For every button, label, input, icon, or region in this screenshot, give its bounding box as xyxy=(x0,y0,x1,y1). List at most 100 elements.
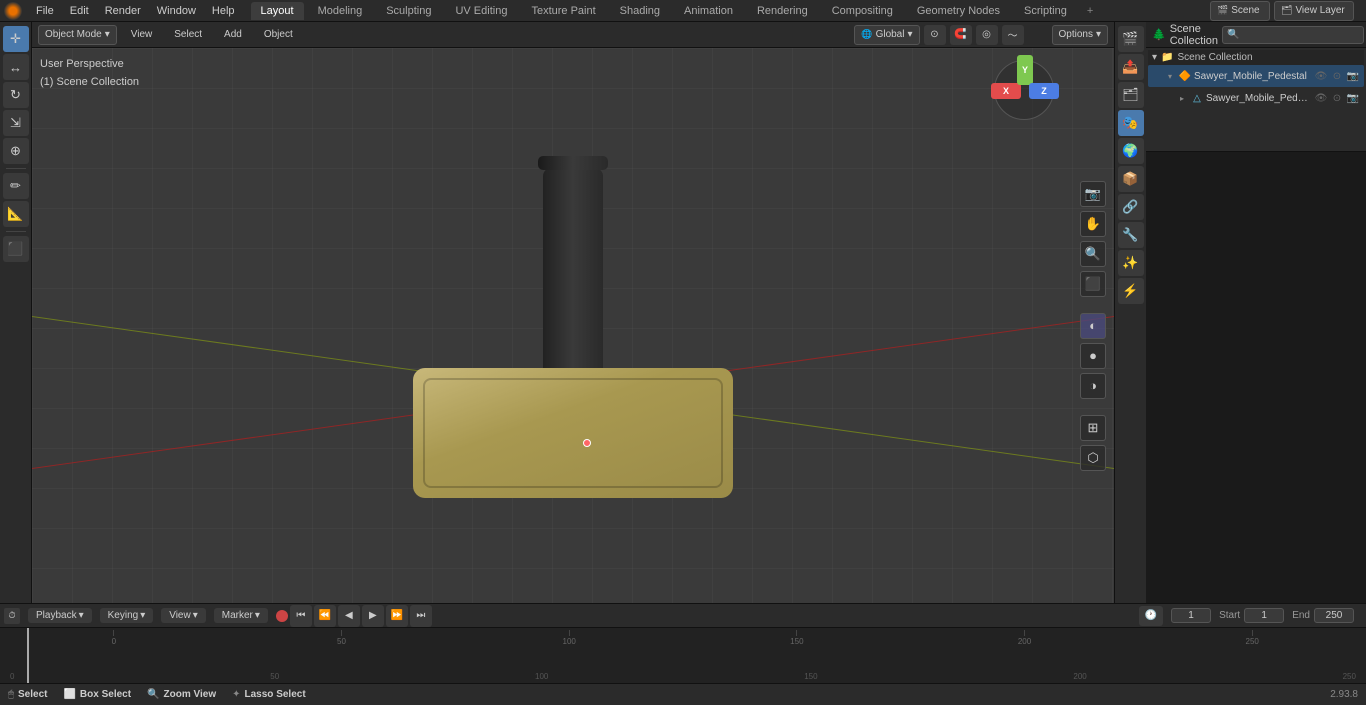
step-forward-button[interactable]: ⏩ xyxy=(386,605,408,627)
options-dropdown[interactable]: Options ▾ xyxy=(1052,25,1109,45)
timeline-type-icon[interactable]: ⏱ xyxy=(4,608,20,624)
blender-logo-icon[interactable] xyxy=(4,2,22,20)
outliner-item-0[interactable]: ▾ 🔶 Sawyer_Mobile_Pedestal 👁 ⊙ 📷 xyxy=(1148,65,1364,87)
transform-tool-button[interactable]: ⊕ xyxy=(3,138,29,164)
outliner-item-1[interactable]: ▸ △ Sawyer_Mobile_Pedestal 👁 ⊙ 📷 xyxy=(1148,87,1364,109)
menu-render[interactable]: Render xyxy=(97,3,149,19)
viewport-shading-render-button[interactable]: ◑ xyxy=(1080,373,1106,399)
annotate-tool-button[interactable]: ✏ xyxy=(3,173,29,199)
item-1-render-icon[interactable]: 📷 xyxy=(1346,91,1360,105)
view-layer-props-icon[interactable]: 🗂 xyxy=(1118,82,1144,108)
item-1-select-icon[interactable]: ⊙ xyxy=(1330,91,1344,105)
viewport-zoom-button[interactable]: 🔍 xyxy=(1080,241,1106,267)
box-select-label: Box Select xyxy=(80,689,131,700)
scale-tool-button[interactable]: ⇲ xyxy=(3,110,29,136)
overlays-button[interactable]: ⊞ xyxy=(1080,415,1106,441)
tab-animation[interactable]: Animation xyxy=(674,2,743,20)
viewport-hand-button[interactable]: ✋ xyxy=(1080,211,1106,237)
transform-space-dropdown[interactable]: 🌐 Global ▾ xyxy=(854,25,919,45)
viewport-menu-view[interactable]: View xyxy=(123,27,161,42)
object-mode-dropdown[interactable]: Object Mode ▾ xyxy=(38,25,117,45)
tab-geometry-nodes[interactable]: Geometry Nodes xyxy=(907,2,1010,20)
add-cube-button[interactable]: ⬛ xyxy=(3,236,29,262)
options-label: Options xyxy=(1059,29,1093,40)
menu-edit[interactable]: Edit xyxy=(62,3,97,19)
add-workspace-button[interactable]: + xyxy=(1081,2,1099,20)
jump-end-button[interactable]: ⏭ xyxy=(410,605,432,627)
scene-props-icon[interactable]: 🎭 xyxy=(1118,110,1144,136)
outliner-collection-header[interactable]: ▾ 📁 Scene Collection xyxy=(1148,50,1364,65)
viewport-container: Object Mode ▾ View Select Add Object 🌐 G… xyxy=(32,22,1114,603)
record-button[interactable] xyxy=(276,610,288,622)
item-0-select-icon[interactable]: ⊙ xyxy=(1330,69,1344,83)
outliner-header: 🌲 Scene Collection ▾ xyxy=(1146,22,1366,48)
move-tool-button[interactable]: ↔ xyxy=(3,54,29,80)
tab-shading[interactable]: Shading xyxy=(610,2,670,20)
modifier-props-icon[interactable]: 🔧 xyxy=(1118,222,1144,248)
tab-scripting[interactable]: Scripting xyxy=(1014,2,1077,20)
sync-mode-button[interactable]: 🕐 xyxy=(1139,606,1163,626)
particles-props-icon[interactable]: ✨ xyxy=(1118,250,1144,276)
box-select-icon: ⬜ xyxy=(63,689,75,700)
viewport-menu-select[interactable]: Select xyxy=(166,27,210,42)
tab-modeling[interactable]: Modeling xyxy=(308,2,373,20)
tab-compositing[interactable]: Compositing xyxy=(822,2,903,20)
constraint-props-icon[interactable]: 🔗 xyxy=(1118,194,1144,220)
physics-props-icon[interactable]: ⚡ xyxy=(1118,278,1144,304)
render-props-icon[interactable]: 🎬 xyxy=(1118,26,1144,52)
menu-window[interactable]: Window xyxy=(149,3,204,19)
cursor-tool-button[interactable]: ✛ xyxy=(3,26,29,52)
world-props-icon[interactable]: 🌍 xyxy=(1118,138,1144,164)
current-frame-input[interactable] xyxy=(1171,608,1211,623)
keying-dropdown[interactable]: Keying ▾ xyxy=(100,608,154,623)
rotate-tool-button[interactable]: ↻ xyxy=(3,82,29,108)
item-0-visibility-icon[interactable]: 👁 xyxy=(1314,69,1328,83)
scene-selector[interactable]: 🎬 Scene xyxy=(1210,1,1270,21)
viewport-local-view-button[interactable]: ⬛ xyxy=(1080,271,1106,297)
marker-dropdown[interactable]: Marker ▾ xyxy=(214,608,268,623)
menu-help[interactable]: Help xyxy=(204,3,243,19)
viewport-menu-add[interactable]: Add xyxy=(216,27,250,42)
proportional-edit-button[interactable]: ◎ xyxy=(976,25,998,45)
timeline-ruler[interactable]: 0 50 100 150 200 250 050100150200250 xyxy=(0,628,1366,683)
viewport-canvas[interactable]: User Perspective (1) Scene Collection X … xyxy=(32,48,1114,603)
play-button[interactable]: ▶ xyxy=(362,605,384,627)
jump-start-button[interactable]: ⏮ xyxy=(290,605,312,627)
object-mode-label: Object Mode xyxy=(45,29,102,40)
output-props-icon[interactable]: 📤 xyxy=(1118,54,1144,80)
item-1-expand-icon: ▸ xyxy=(1176,92,1188,104)
select-status: 🖱 Select xyxy=(8,689,47,700)
transform-chevron-icon: ▾ xyxy=(907,29,912,40)
end-label: End xyxy=(1292,610,1310,621)
menu-file[interactable]: File xyxy=(28,3,62,19)
play-reverse-button[interactable]: ◀ xyxy=(338,605,360,627)
timeline-view-dropdown[interactable]: View ▾ xyxy=(161,608,206,623)
start-frame-input[interactable] xyxy=(1244,608,1284,623)
pivot-point-button[interactable]: ⊙ xyxy=(924,25,946,45)
object-props-icon[interactable]: 📦 xyxy=(1118,166,1144,192)
item-0-render-icon[interactable]: 📷 xyxy=(1346,69,1360,83)
tab-texture-paint[interactable]: Texture Paint xyxy=(521,2,605,20)
tab-rendering[interactable]: Rendering xyxy=(747,2,818,20)
viewport-shading-material-button[interactable]: ◐ xyxy=(1080,313,1106,339)
end-frame-input[interactable] xyxy=(1314,608,1354,623)
playback-dropdown[interactable]: Playback ▾ xyxy=(28,608,92,623)
item-1-visibility-icon[interactable]: 👁 xyxy=(1314,91,1328,105)
xray-button[interactable]: ⬡ xyxy=(1080,445,1106,471)
tab-uv-editing[interactable]: UV Editing xyxy=(445,2,517,20)
navigation-gizmo[interactable]: X Y Z xyxy=(994,60,1064,130)
item-1-type-icon: △ xyxy=(1190,91,1204,105)
step-back-button[interactable]: ⏪ xyxy=(314,605,336,627)
snapping-button[interactable]: 🧲 xyxy=(950,25,972,45)
view-layer-selector[interactable]: 🗂 View Layer xyxy=(1274,1,1354,21)
tab-layout[interactable]: Layout xyxy=(251,2,304,20)
tab-sculpting[interactable]: Sculpting xyxy=(376,2,441,20)
toolbar-divider-1 xyxy=(6,168,26,169)
viewport-shading-solid-button[interactable]: ● xyxy=(1080,343,1106,369)
measure-tool-button[interactable]: 📐 xyxy=(3,201,29,227)
falloff-button[interactable]: 〜 xyxy=(1002,25,1024,45)
outliner-search-input[interactable] xyxy=(1222,26,1364,44)
viewport-camera-button[interactable]: 📷 xyxy=(1080,181,1106,207)
toolbar-divider-2 xyxy=(6,231,26,232)
viewport-menu-object[interactable]: Object xyxy=(256,27,301,42)
